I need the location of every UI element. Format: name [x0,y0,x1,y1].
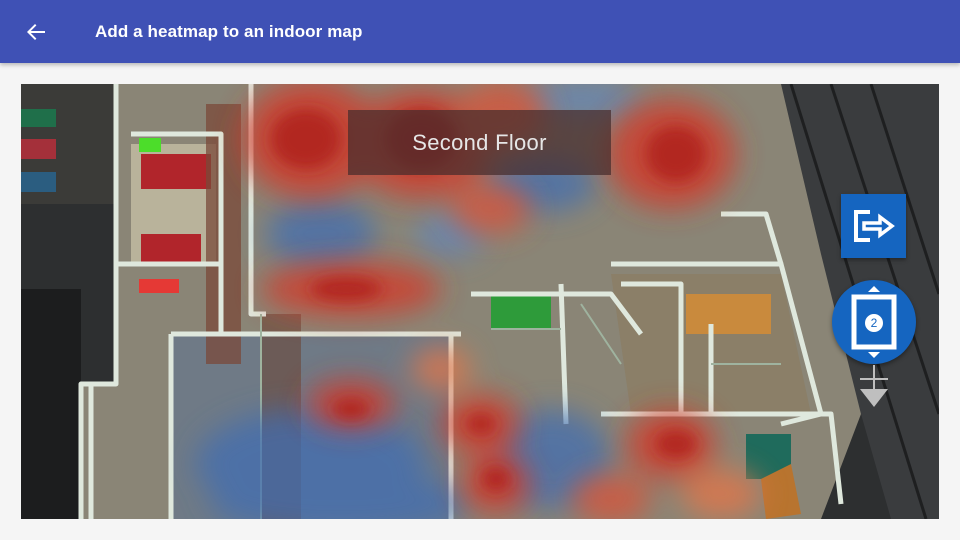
arrow-left-icon [27,23,45,40]
floor-picker-button[interactable]: 2 [832,280,916,364]
indoor-map-view[interactable]: Second Floor 2 [21,84,939,519]
floor-label: Second Floor [348,110,611,175]
exit-indoor-button[interactable] [841,194,906,258]
floor-down-button[interactable] [854,363,894,411]
app-title: Add a heatmap to an indoor map [95,21,363,41]
floor-down-icon [860,365,888,407]
exit-indoor-icon [853,210,895,242]
app-bar: Add a heatmap to an indoor map [0,0,960,63]
back-button[interactable] [0,0,74,63]
current-floor-number: 2 [863,312,885,334]
